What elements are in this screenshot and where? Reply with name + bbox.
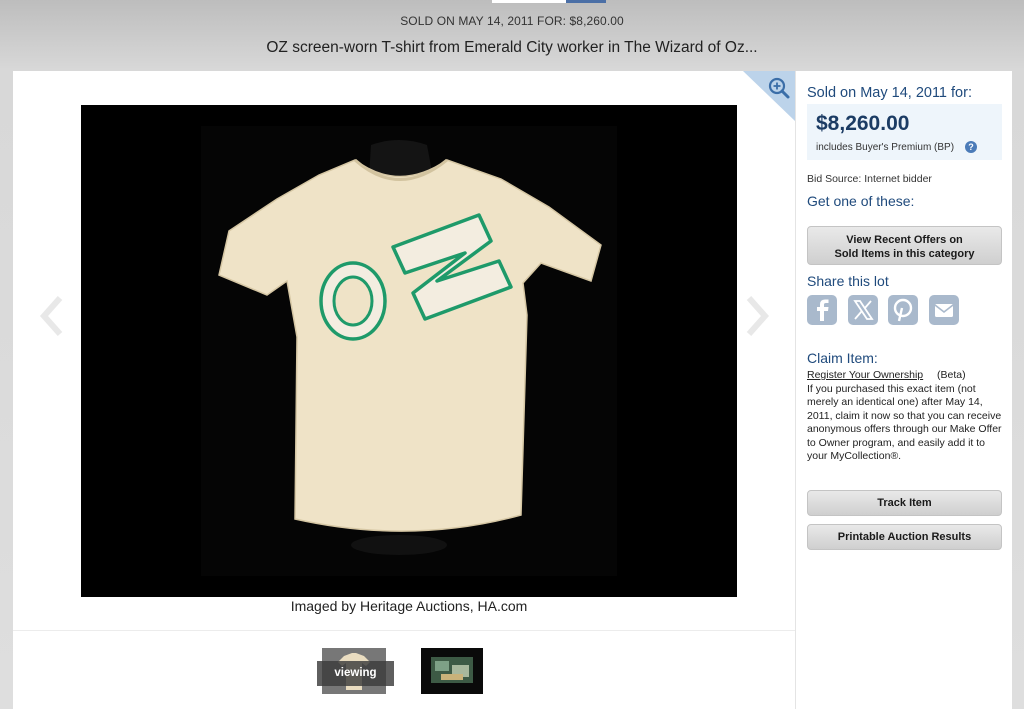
top-tab-light[interactable] (492, 0, 566, 3)
previous-image-button[interactable] (38, 294, 68, 338)
pinterest-share-button[interactable] (888, 295, 918, 325)
claim-description: If you purchased this exact item (not me… (807, 383, 1002, 463)
help-icon[interactable]: ? (965, 141, 977, 153)
zoom-button[interactable] (743, 71, 795, 121)
main-lot-image[interactable] (81, 105, 737, 597)
chevron-left-icon (39, 296, 63, 336)
x-icon (853, 300, 874, 320)
image-viewer: Imaged by Heritage Auctions, HA.com view… (13, 71, 795, 709)
share-heading: Share this lot (807, 273, 889, 289)
thumbnail-2[interactable] (421, 648, 483, 694)
email-share-button[interactable] (929, 295, 959, 325)
get-one-heading: Get one of these: (807, 193, 915, 209)
chevron-right-icon (746, 296, 770, 336)
printable-results-button[interactable]: Printable Auction Results (807, 524, 1002, 550)
sold-summary: SOLD ON MAY 14, 2011 FOR: $8,260.00 (400, 14, 624, 28)
offers-button-line-2: Sold Items in this category (834, 248, 975, 260)
top-tab-active[interactable] (566, 0, 606, 3)
bid-source: Bid Source: Internet bidder (807, 173, 932, 185)
x-share-button[interactable] (848, 295, 878, 325)
pinterest-icon (893, 298, 913, 322)
view-recent-offers-button[interactable]: View Recent Offers on Sold Items in this… (807, 226, 1002, 265)
divider (13, 630, 795, 631)
email-icon (934, 304, 954, 317)
sold-price: $8,260.00 (816, 112, 910, 135)
viewing-badge: viewing (317, 661, 394, 686)
image-credit: Imaged by Heritage Auctions, HA.com (290, 598, 528, 614)
buyers-premium-note: includes Buyer's Premium (BP) (816, 142, 955, 153)
lot-title: OZ screen-worn T-shirt from Emerald City… (266, 39, 758, 56)
next-image-button[interactable] (741, 294, 771, 338)
claim-heading: Claim Item: (807, 350, 878, 366)
facebook-share-button[interactable] (807, 295, 837, 325)
beta-label: (Beta) (937, 369, 966, 381)
lot-sidebar: Sold on May 14, 2011 for: $8,260.00 incl… (795, 71, 1012, 709)
sold-label: Sold on May 14, 2011 for: (807, 85, 972, 101)
price-box: $8,260.00 includes Buyer's Premium (BP) … (807, 104, 1002, 160)
offers-button-line-1: View Recent Offers on (846, 234, 963, 246)
register-ownership-link[interactable]: Register Your Ownership (807, 369, 923, 381)
facebook-icon (817, 299, 829, 321)
track-item-button[interactable]: Track Item (807, 490, 1002, 516)
top-tab-strip (476, 0, 624, 3)
